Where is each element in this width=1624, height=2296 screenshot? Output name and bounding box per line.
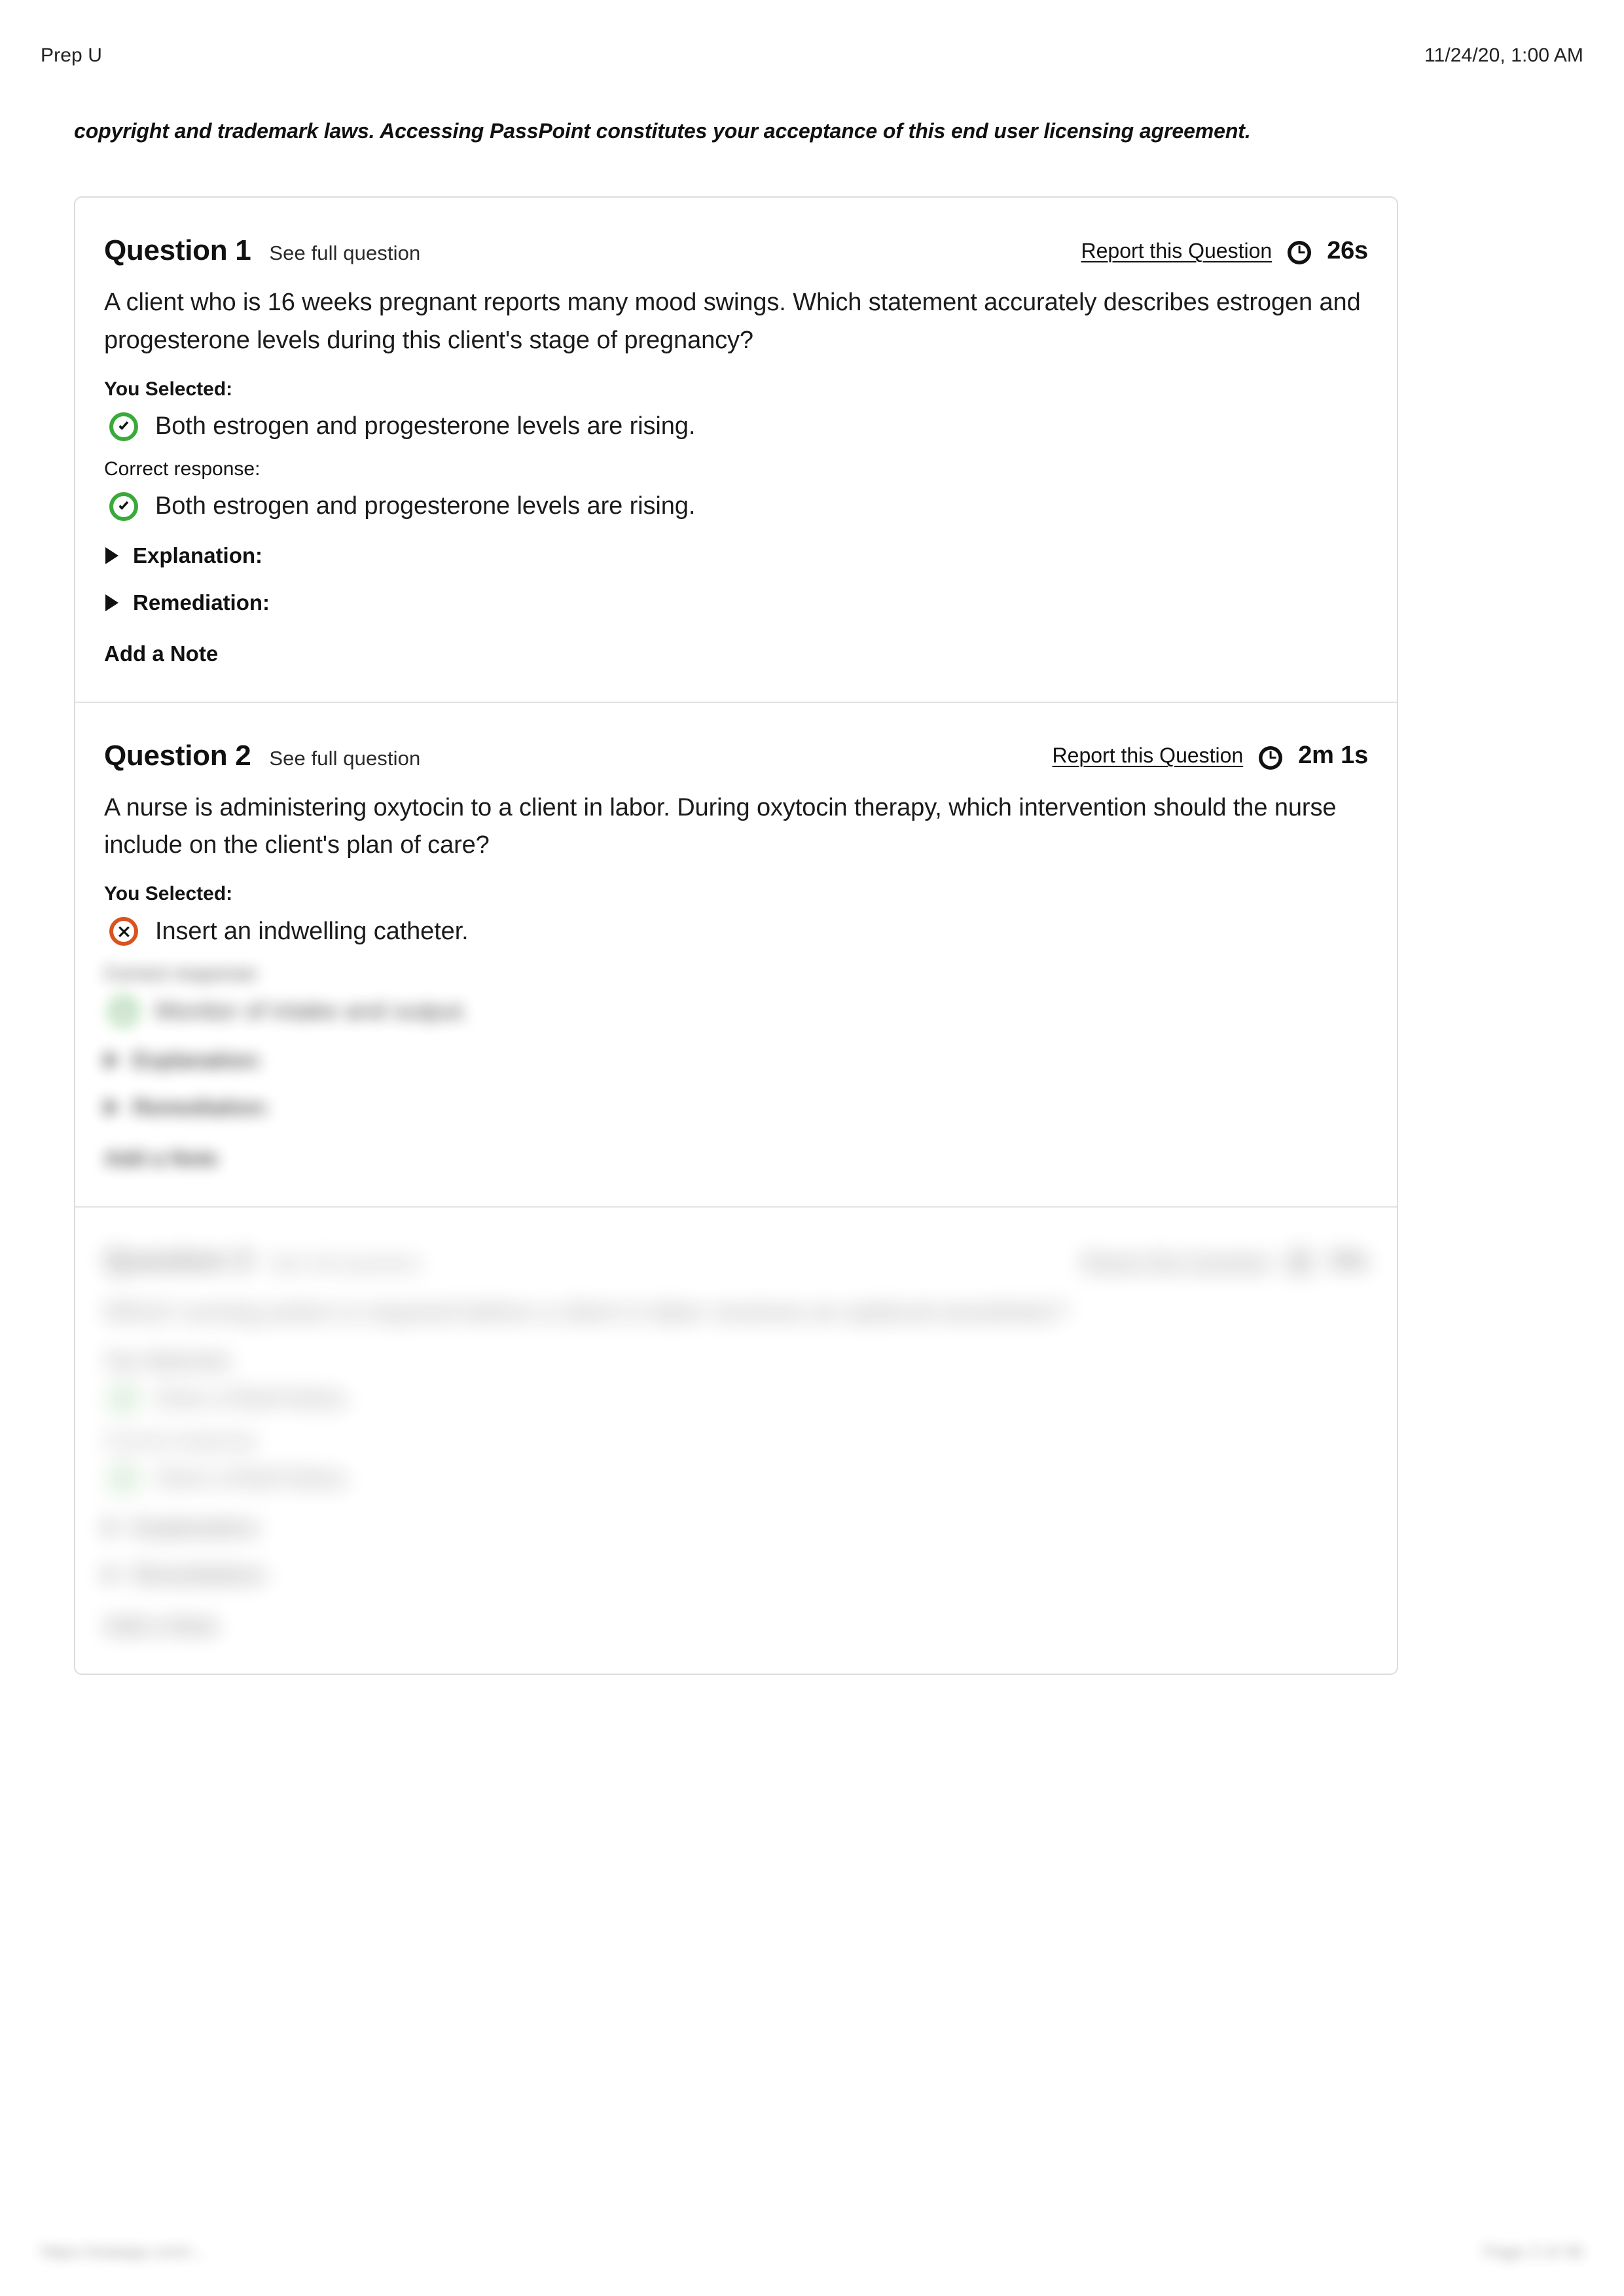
remediation-label-2: Remediation: <box>133 1095 270 1119</box>
footer-page-number: Page 2 of 46 <box>1483 2242 1583 2261</box>
add-note-button-3[interactable]: Add a Note <box>104 1613 1368 1638</box>
question-2-title: Question 2 <box>104 739 251 772</box>
question-1-header: Question 1 See full question Report this… <box>104 234 1368 267</box>
check-circle-icon <box>109 1384 138 1413</box>
printed-quiz-results-page: Prep U 11/24/20, 1:00 AM copyright and t… <box>0 0 1624 2296</box>
you-selected-label-3: You Selected: <box>104 1350 233 1372</box>
triangle-right-icon <box>105 1099 118 1116</box>
question-block-3: Question 3 See full question Report this… <box>75 1208 1397 1674</box>
report-question-link-2[interactable]: Report this Question <box>1053 744 1244 768</box>
question-2-header-right: Report this Question 2m 1s <box>1053 742 1368 770</box>
explanation-label-3: Explanation: <box>133 1515 263 1539</box>
question-2-header-left: Question 2 See full question <box>104 740 420 772</box>
print-header: Prep U 11/24/20, 1:00 AM <box>41 45 1583 67</box>
explanation-toggle-1[interactable]: Explanation: <box>105 543 1368 568</box>
footer-url: https://eatapp.com/... <box>41 2242 206 2261</box>
print-footer: https://eatapp.com/... Page 2 of 46 <box>41 2242 1583 2262</box>
question-1-header-right: Report this Question 26s <box>1081 237 1368 265</box>
question-3-title: Question 3 <box>104 1244 251 1276</box>
question-2-stem: A nurse is administering oxytocin to a c… <box>104 793 1337 859</box>
question-2-timer: 2m 1s <box>1298 742 1368 769</box>
triangle-right-icon <box>105 1052 118 1069</box>
question-1-header-left: Question 1 See full question <box>104 234 420 267</box>
you-selected-label-2: You Selected: <box>104 883 233 905</box>
triangle-right-icon <box>105 547 118 564</box>
question-2-selected-answer-row: Insert an indwelling catheter. <box>109 917 1368 946</box>
see-full-question-link-3[interactable]: See full question <box>269 1251 420 1275</box>
app-title: Prep U <box>41 45 102 66</box>
clock-icon <box>1286 240 1312 266</box>
question-1-correct-answer: Both estrogen and progesterone levels ar… <box>155 492 696 520</box>
correct-response-label-2: Correct response: <box>104 963 261 984</box>
question-1-selected-answer: Both estrogen and progesterone levels ar… <box>155 412 696 440</box>
question-3-selected-answer-row: Give a fluid bolus. <box>109 1384 1368 1413</box>
correct-response-label-1: Correct response: <box>104 457 261 480</box>
question-3-correct-answer: Give a fluid bolus. <box>155 1464 352 1492</box>
print-timestamp: 11/24/20, 1:00 AM <box>1424 45 1583 66</box>
question-1-selected-answer-row: Both estrogen and progesterone levels ar… <box>109 412 1368 441</box>
report-question-link-3[interactable]: Report this Question <box>1081 1249 1272 1273</box>
remediation-toggle-2[interactable]: Remediation: <box>105 1095 1368 1120</box>
check-circle-icon <box>109 997 138 1026</box>
triangle-right-icon <box>105 594 118 611</box>
x-circle-icon <box>109 917 138 946</box>
eula-tail-text: copyright and trademark laws. Accessing … <box>74 119 1251 143</box>
see-full-question-link-1[interactable]: See full question <box>269 242 420 265</box>
question-3-header: Question 3 See full question Report this… <box>104 1244 1368 1277</box>
question-1-timer: 26s <box>1327 236 1368 264</box>
correct-response-label-3: Correct response: <box>104 1429 261 1452</box>
question-1-stem: A client who is 16 weeks pregnant report… <box>104 289 1361 354</box>
question-2-correct-answer: Monitor of intake and output. <box>155 997 469 1025</box>
remediation-toggle-3[interactable]: Remediation: <box>105 1562 1368 1587</box>
question-block-1: Question 1 See full question Report this… <box>75 198 1397 703</box>
triangle-right-icon <box>105 1566 118 1583</box>
triangle-right-icon <box>105 1518 118 1536</box>
see-full-question-link-2[interactable]: See full question <box>269 747 420 770</box>
question-3-timer: 19s <box>1327 1246 1368 1274</box>
question-2-selected-answer: Insert an indwelling catheter. <box>155 917 469 945</box>
explanation-toggle-2[interactable]: Explanation: <box>105 1048 1368 1073</box>
clock-icon <box>1257 745 1284 771</box>
question-3-correct-answer-row: Give a fluid bolus. <box>109 1463 1368 1493</box>
you-selected-label-1: You Selected: <box>104 378 233 400</box>
clock-icon <box>1286 1249 1312 1276</box>
question-3-header-right: Report this Question 19s <box>1081 1247 1368 1275</box>
add-note-button-2[interactable]: Add a Note <box>104 1146 1368 1171</box>
remediation-toggle-1[interactable]: Remediation: <box>105 590 1368 615</box>
question-3-stem: Which nursing action is required before … <box>104 1299 1068 1326</box>
explanation-toggle-3[interactable]: Explanation: <box>105 1515 1368 1540</box>
question-block-2: Question 2 See full question Report this… <box>75 703 1397 1208</box>
question-2-blurred-lower: Correct response: Monitor of intake and … <box>104 963 1368 1171</box>
question-1-correct-answer-row: Both estrogen and progesterone levels ar… <box>109 492 1368 521</box>
explanation-label-1: Explanation: <box>133 543 263 567</box>
remediation-label-1: Remediation: <box>133 590 270 615</box>
check-circle-icon <box>109 412 138 441</box>
explanation-label-2: Explanation: <box>133 1048 263 1072</box>
check-circle-icon <box>109 1463 138 1493</box>
question-3-header-left: Question 3 See full question <box>104 1244 420 1277</box>
question-1-title: Question 1 <box>104 234 251 266</box>
add-note-button-1[interactable]: Add a Note <box>104 641 1368 666</box>
questions-card: Question 1 See full question Report this… <box>74 196 1398 1675</box>
question-3-selected-answer: Give a fluid bolus. <box>155 1384 352 1412</box>
remediation-label-3: Remediation: <box>133 1562 270 1587</box>
report-question-link-1[interactable]: Report this Question <box>1081 239 1272 263</box>
check-circle-icon <box>109 492 138 521</box>
question-2-correct-answer-row: Monitor of intake and output. <box>109 997 1368 1026</box>
question-2-header: Question 2 See full question Report this… <box>104 740 1368 772</box>
